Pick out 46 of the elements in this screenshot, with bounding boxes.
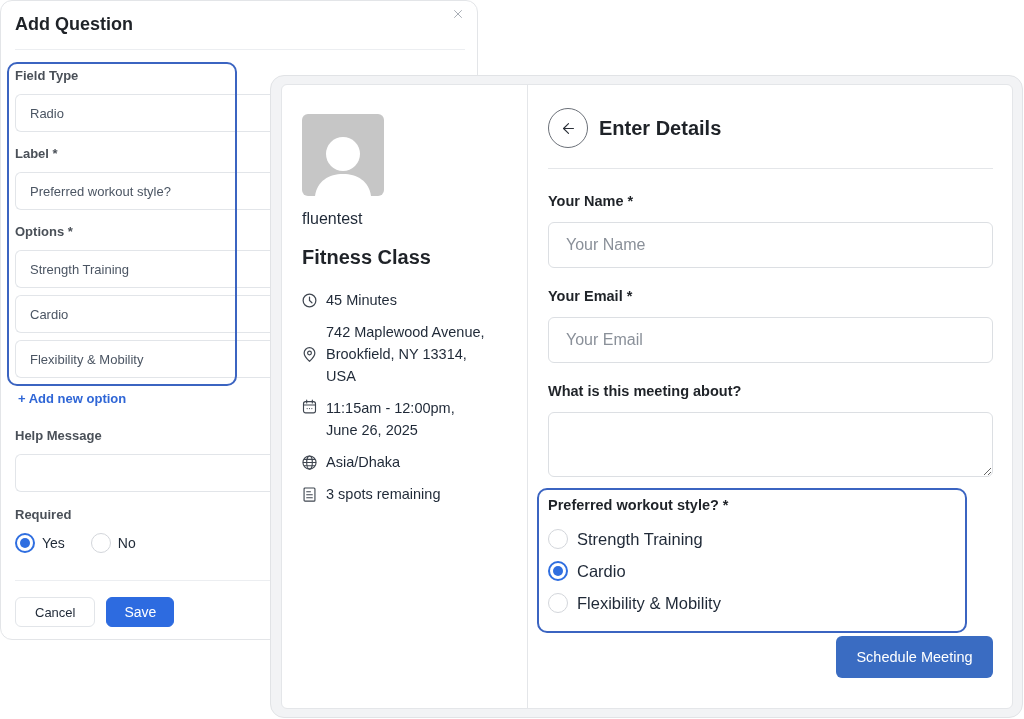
map-pin-icon — [302, 346, 317, 362]
calendar-icon — [302, 399, 317, 414]
event-detail: Asia/Dhaka — [326, 453, 401, 472]
input-field[interactable] — [15, 454, 270, 492]
radio-label: No — [117, 535, 136, 551]
clock-icon — [302, 292, 317, 308]
radio-label: Yes — [42, 535, 65, 551]
event-detail: 742 Maplewood Avenue, Brookfield, NY 13314, USA — [326, 323, 485, 386]
radio-button[interactable] — [548, 561, 568, 581]
field-label: Field Type — [15, 67, 79, 85]
field-label: Your Name * — [548, 192, 634, 211]
event-detail: 45 Minutes — [326, 291, 397, 310]
field-label: Required — [15, 506, 72, 524]
field-label: Help Message — [15, 427, 102, 445]
input-field[interactable]: Your Email — [548, 317, 993, 363]
dialog-title: Add Question — [15, 13, 133, 36]
cancel-button[interactable]: Cancel — [15, 597, 96, 627]
add-option-link[interactable]: + Add new option — [18, 390, 127, 408]
globe-icon — [302, 454, 317, 470]
back-button[interactable] — [548, 108, 588, 148]
radio-label: Cardio — [577, 561, 626, 581]
schedule-meeting-button[interactable]: Schedule Meeting — [836, 636, 993, 678]
close-icon — [451, 7, 465, 21]
close-button[interactable] — [451, 7, 465, 21]
input-field[interactable]: Preferred workout style? — [15, 172, 270, 210]
radio-label: Flexibility & Mobility — [577, 593, 721, 613]
field-label: Label * — [15, 145, 58, 163]
radio-label: Strength Training — [577, 529, 703, 549]
save-button[interactable]: Save — [106, 597, 175, 627]
question-label: Preferred workout style? * — [548, 496, 729, 515]
host-name: fluentest — [302, 209, 363, 229]
input-field[interactable]: Your Name — [548, 222, 993, 268]
input-field[interactable]: Cardio — [15, 295, 270, 333]
event-title: Fitness Class — [302, 245, 431, 270]
event-detail: 3 spots remaining — [326, 485, 441, 504]
field-label: What is this meeting about? — [548, 382, 742, 401]
document-icon — [302, 486, 317, 502]
input-field[interactable]: Flexibility & Mobility — [15, 340, 270, 378]
field-label: Your Email * — [548, 287, 633, 306]
event-detail: 11:15am - 12:00pm, June 26, 2025 — [326, 399, 455, 440]
radio-button[interactable] — [15, 533, 35, 553]
input-field[interactable]: Strength Training — [15, 250, 270, 288]
form-title: Enter Details — [599, 116, 722, 141]
input-field[interactable]: Radio — [15, 94, 270, 132]
field-label: Options * — [15, 223, 73, 241]
textarea-field[interactable] — [548, 412, 993, 477]
